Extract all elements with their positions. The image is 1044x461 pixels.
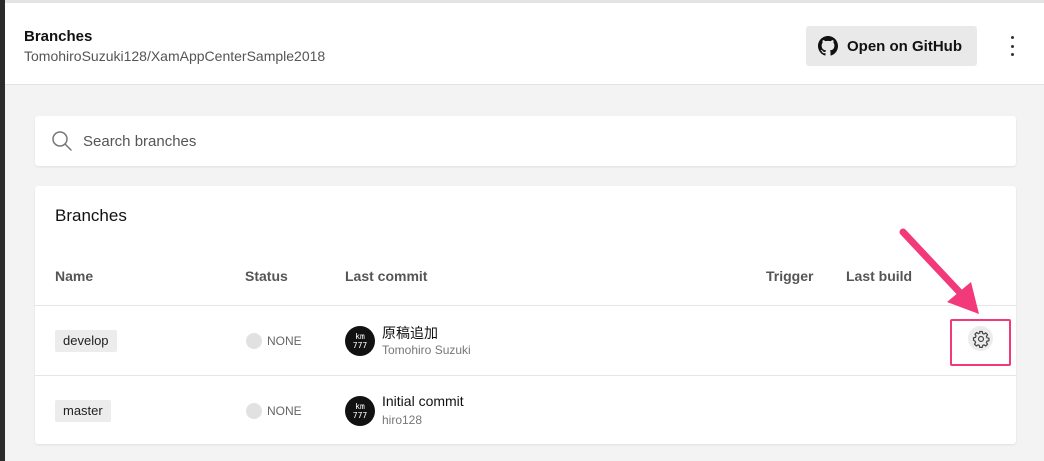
table-row[interactable]: develop NONE km 777 原稿追加 Tomohiro Suzuki [35, 305, 1016, 376]
status-text: NONE [267, 404, 302, 418]
page-title: Branches [24, 28, 93, 45]
table-row[interactable]: master NONE km 777 Initial commit hiro12… [35, 375, 1016, 446]
commit-author: hiro128 [382, 413, 423, 427]
card-title: Branches [55, 206, 127, 225]
search-bar [35, 116, 1016, 166]
status-text: NONE [267, 334, 302, 348]
column-header-status: Status [245, 268, 288, 284]
status-badge: NONE [246, 333, 302, 349]
branch-name-tag[interactable]: master [55, 400, 111, 422]
column-header-last-commit: Last commit [345, 268, 428, 284]
avatar-text-top: km [355, 332, 365, 341]
avatar-text-bottom: 777 [352, 341, 368, 350]
column-header-name: Name [55, 268, 94, 284]
avatar-text-top: km [355, 402, 365, 411]
github-icon [818, 36, 838, 56]
open-on-github-label: Open on GitHub [847, 37, 962, 55]
more-options-icon[interactable] [1005, 34, 1019, 58]
status-badge: NONE [246, 403, 302, 419]
branch-name-tag[interactable]: develop [55, 330, 117, 352]
commit-message: Initial commit [382, 393, 464, 409]
annotation-arrow-icon [899, 228, 979, 314]
search-icon [51, 130, 73, 152]
avatar-text-bottom: 777 [352, 411, 368, 420]
status-dot-icon [246, 333, 262, 349]
repo-path: TomohiroSuzuki128/XamAppCenterSample2018 [24, 48, 326, 64]
commit-author: Tomohiro Suzuki [382, 343, 471, 357]
search-input[interactable] [83, 129, 983, 153]
commit-message: 原稿追加 [382, 325, 438, 341]
page-header: Branches TomohiroSuzuki128/XamAppCenterS… [5, 3, 1044, 85]
column-header-trigger: Trigger [766, 268, 814, 284]
status-dot-icon [246, 403, 262, 419]
avatar: km 777 [345, 396, 375, 426]
open-on-github-button[interactable]: Open on GitHub [806, 26, 977, 66]
highlight-annotation-box [950, 319, 1011, 366]
avatar: km 777 [345, 326, 375, 356]
branches-table-card: Branches Name Status Last commit Trigger… [35, 186, 1016, 444]
